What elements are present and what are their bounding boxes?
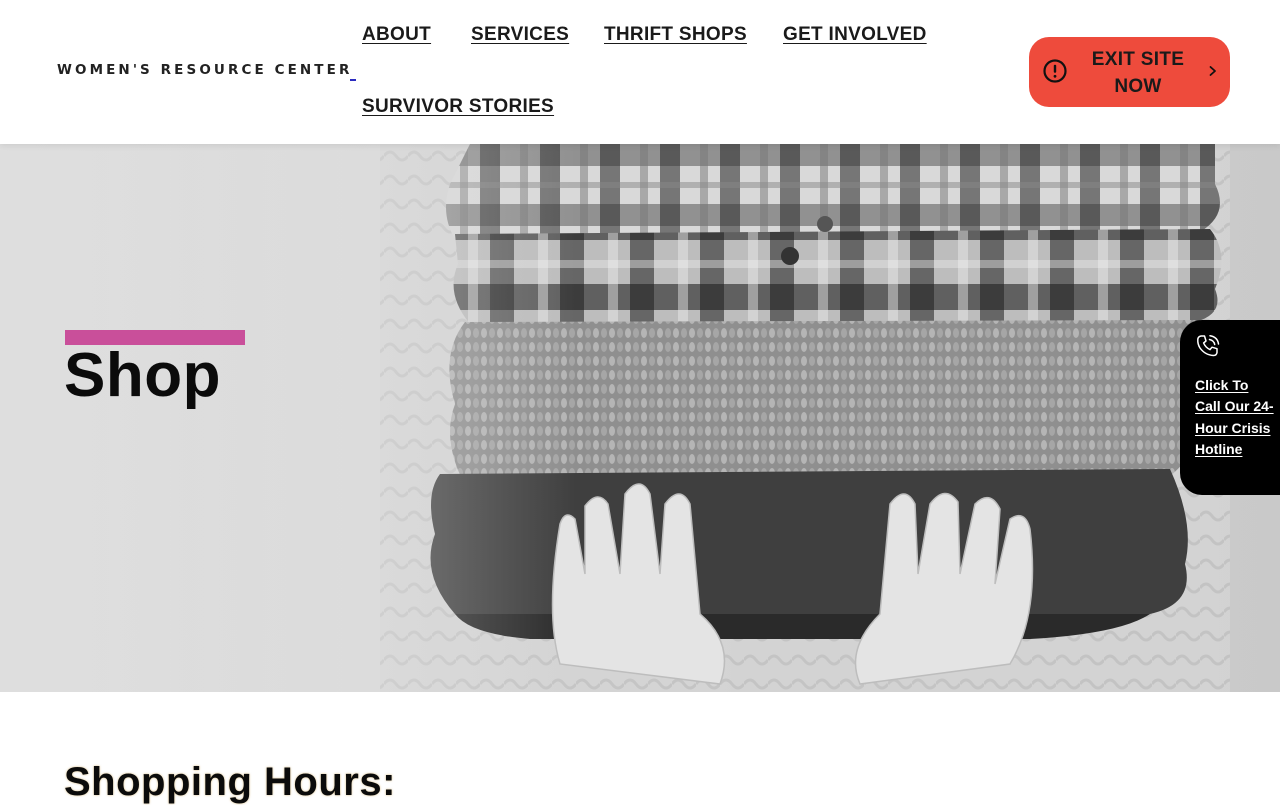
page-title: Shop (64, 341, 221, 410)
hero-overlay (0, 144, 1280, 692)
chevron-right-icon (1209, 66, 1216, 76)
nav-item-thrift-shops[interactable]: THRIFT SHOPS (604, 24, 747, 46)
alert-circle-icon (1043, 59, 1067, 83)
logo-link-underline (350, 79, 356, 81)
exit-site-label: EXIT SITE NOW (1091, 49, 1185, 97)
crisis-hotline-button[interactable]: Click To Call Our 24-Hour Crisis Hotline (1180, 320, 1280, 495)
site-header: WOMEN'S RESOURCE CENTER ABOUT SERVICES T… (0, 0, 1280, 144)
nav-item-about[interactable]: ABOUT (362, 24, 431, 46)
shopping-hours-heading: Shopping Hours: (64, 760, 396, 804)
nav-item-services[interactable]: SERVICES (471, 24, 569, 46)
nav-item-survivor-stories[interactable]: SURVIVOR STORIES (362, 96, 554, 118)
hero-banner: Shop (0, 144, 1280, 692)
crisis-hotline-label: Click To Call Our 24-Hour Crisis Hotline (1195, 377, 1274, 457)
logo: WOMEN'S RESOURCE CENTER (57, 62, 353, 78)
nav-item-get-involved[interactable]: GET INVOLVED (783, 24, 927, 46)
phone-call-icon (1197, 335, 1220, 357)
exit-site-button[interactable]: EXIT SITE NOW (1029, 37, 1230, 107)
